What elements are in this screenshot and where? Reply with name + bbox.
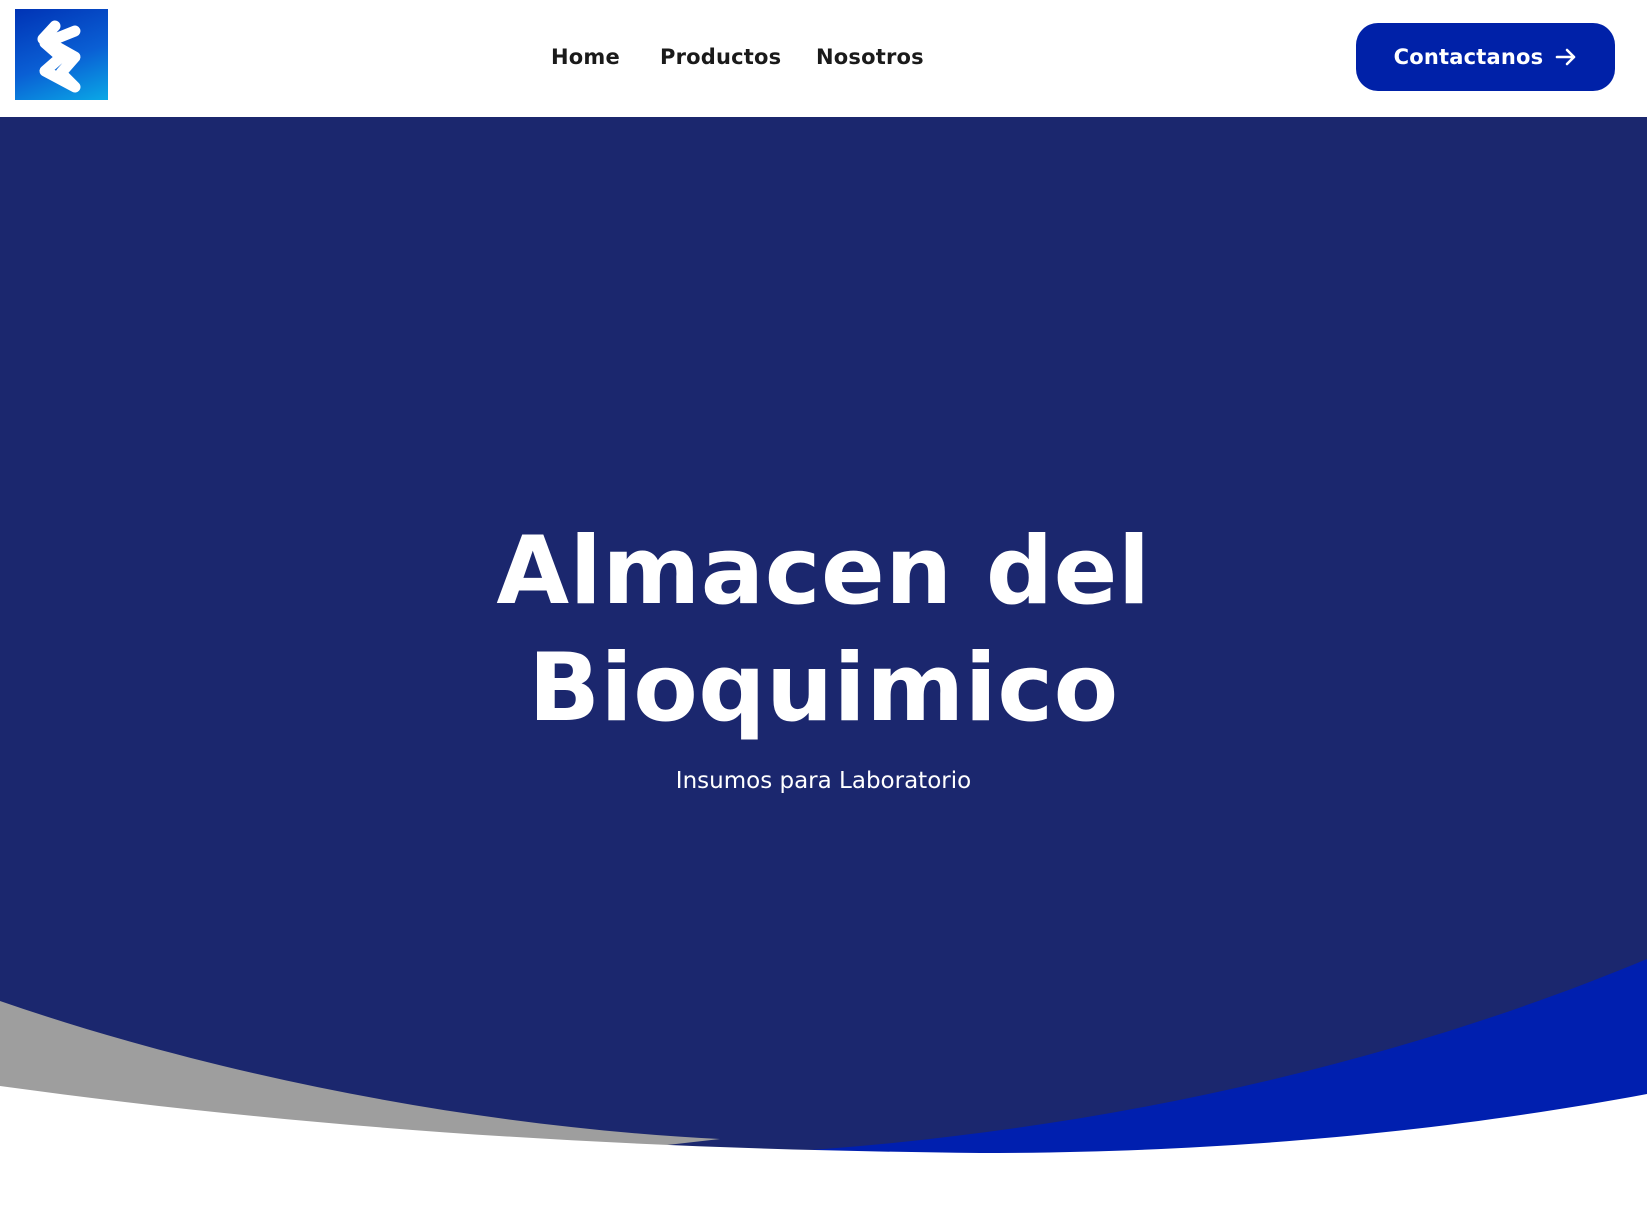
nav-nosotros[interactable]: Nosotros [816,40,924,74]
nav-productos[interactable]: Productos [660,40,781,74]
site-header: Home Productos Nosotros Contactanos [0,0,1647,117]
hero-title-line-2: Bioquimico [528,634,1119,743]
contactanos-label: Contactanos [1393,45,1544,69]
nav-home[interactable]: Home [551,40,620,74]
arrow-right-icon [1555,47,1577,67]
hero-section: Almacen del Bioquimico Insumos para Labo… [0,117,1647,1221]
contactanos-button[interactable]: Contactanos [1356,23,1615,91]
hero-subtitle: Insumos para Laboratorio [675,768,972,794]
hero-title: Almacen del Bioquimico [0,513,1647,747]
hero-title-line-1: Almacen del [496,517,1151,626]
